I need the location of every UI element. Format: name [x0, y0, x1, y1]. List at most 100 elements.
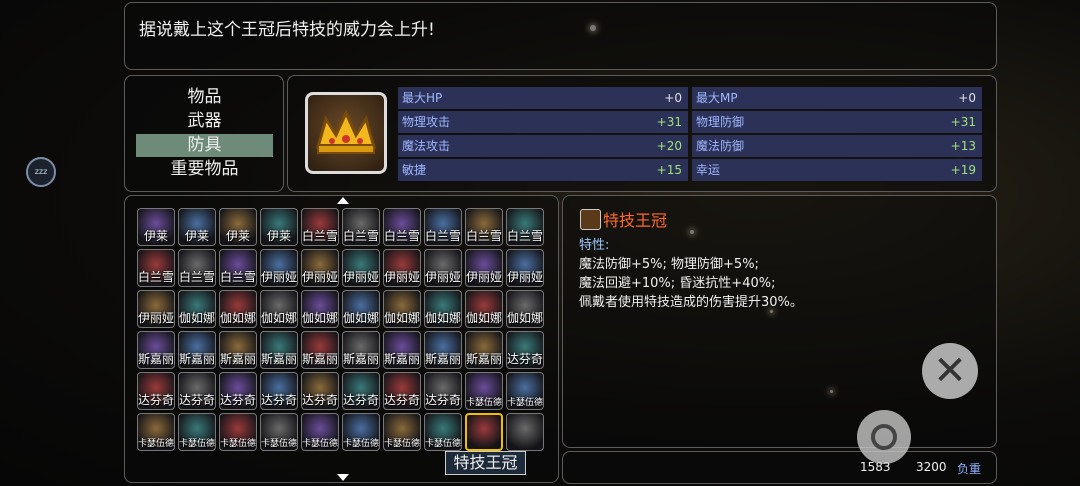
item-slot[interactable]: 白兰雪 — [301, 208, 339, 246]
item-slot[interactable]: 伽如娜 — [383, 290, 421, 328]
item-slot[interactable]: 斯嘉丽 — [342, 331, 380, 369]
item-slot[interactable]: 伊丽娅 — [506, 249, 544, 287]
item-slot[interactable]: 伊丽娅 — [137, 290, 175, 328]
item-slot[interactable]: 斯嘉丽 — [383, 331, 421, 369]
item-slot[interactable]: 伊丽娅 — [342, 249, 380, 287]
item-slot[interactable]: 达芬奇 — [178, 372, 216, 410]
item-slot[interactable]: 达芬奇 — [301, 372, 339, 410]
item-slot[interactable]: 斯嘉丽 — [465, 331, 503, 369]
item-slot[interactable]: 伊丽娅 — [260, 249, 298, 287]
item-slot[interactable]: 达芬奇 — [383, 372, 421, 410]
item-slot[interactable]: 伽如娜 — [260, 290, 298, 328]
item-owner-label: 卡瑟伍德 — [383, 439, 420, 449]
item-slot[interactable]: 伽如娜 — [342, 290, 380, 328]
item-slot[interactable]: 卡瑟伍德 — [219, 413, 257, 451]
item-slot[interactable]: 白兰雪 — [137, 249, 175, 287]
crown-icon — [305, 92, 387, 174]
item-slot[interactable]: 伽如娜 — [301, 290, 339, 328]
stat-row: 魔法攻击 +20 — [398, 135, 688, 157]
stat-label: 物理防御 — [696, 115, 745, 129]
item-owner-label: 伽如娜 — [219, 311, 256, 325]
item-slot[interactable]: 达芬奇 — [260, 372, 298, 410]
item-slot[interactable]: 斯嘉丽 — [260, 331, 298, 369]
item-slot[interactable]: 白兰雪 — [178, 249, 216, 287]
category-armor[interactable]: 防具 — [136, 134, 273, 157]
scroll-up-icon[interactable] — [337, 197, 349, 204]
item-slot[interactable]: 伽如娜 — [219, 290, 257, 328]
stat-row: 最大HP +0 — [398, 87, 688, 109]
item-slot[interactable]: 达芬奇 — [219, 372, 257, 410]
item-slot[interactable]: 伊丽娅 — [383, 249, 421, 287]
item-grid: 伊莱 伊莱 伊莱 伊莱 白兰雪 白兰雪 白兰雪 白兰雪 白兰雪 白兰雪 白兰雪 白兰雪 白兰雪 伊丽娅 伊丽… — [124, 195, 559, 483]
item-owner-label: 白兰雪 — [465, 229, 502, 243]
item-owner-label: 卡瑟伍德 — [178, 439, 215, 449]
item-owner-label: 达芬奇 — [301, 393, 338, 407]
item-slot[interactable]: 达芬奇 — [137, 372, 175, 410]
item-slot[interactable]: 伽如娜 — [506, 290, 544, 328]
item-slot[interactable]: 伽如娜 — [424, 290, 462, 328]
item-slot[interactable]: 卡瑟伍德 — [342, 413, 380, 451]
item-tooltip: 特技王冠 — [445, 451, 526, 475]
item-slot[interactable]: 卡瑟伍德 — [465, 372, 503, 410]
item-owner-label: 达芬奇 — [137, 393, 174, 407]
item-slot[interactable]: 斯嘉丽 — [178, 331, 216, 369]
item-slot[interactable]: 卡瑟伍德 — [383, 413, 421, 451]
item-slot[interactable] — [465, 413, 503, 451]
item-slot[interactable]: 斯嘉丽 — [424, 331, 462, 369]
item-owner-label: 卡瑟伍德 — [506, 398, 543, 408]
item-slot[interactable]: 卡瑟伍德 — [301, 413, 339, 451]
category-key-items[interactable]: 重要物品 — [136, 158, 273, 181]
item-slot[interactable]: 伊莱 — [219, 208, 257, 246]
item-slot[interactable]: 白兰雪 — [465, 208, 503, 246]
item-slot[interactable]: 卡瑟伍德 — [137, 413, 175, 451]
item-owner-label: 斯嘉丽 — [342, 352, 379, 366]
item-slot[interactable]: 伽如娜 — [178, 290, 216, 328]
stat-row: 最大MP +0 — [692, 87, 982, 109]
item-slot[interactable]: 卡瑟伍德 — [260, 413, 298, 451]
item-slot[interactable]: 伊丽娅 — [465, 249, 503, 287]
item-slot[interactable]: 白兰雪 — [506, 208, 544, 246]
item-slot[interactable]: 斯嘉丽 — [219, 331, 257, 369]
item-slot[interactable]: 达芬奇 — [424, 372, 462, 410]
item-owner-label: 白兰雪 — [301, 229, 338, 243]
item-slot[interactable]: 白兰雪 — [342, 208, 380, 246]
stat-value: +31 — [950, 115, 976, 129]
item-owner-label: 白兰雪 — [342, 229, 379, 243]
item-slot[interactable]: 白兰雪 — [219, 249, 257, 287]
item-owner-label: 斯嘉丽 — [260, 352, 297, 366]
item-owner-label: 伊莱 — [225, 229, 250, 243]
detail-line: 魔法回避+10%; 昏迷抗性+40%; — [579, 276, 776, 291]
item-slot[interactable]: 卡瑟伍德 — [506, 372, 544, 410]
item-owner-label: 斯嘉丽 — [137, 352, 174, 366]
item-slot[interactable]: 达芬奇 — [342, 372, 380, 410]
item-owner-label: 伊丽娅 — [342, 270, 379, 284]
stat-row: 幸运 +19 — [692, 159, 982, 181]
scroll-down-icon[interactable] — [337, 474, 349, 481]
close-button[interactable]: ✕ — [922, 343, 978, 399]
item-owner-label: 达芬奇 — [506, 352, 543, 366]
item-slot[interactable]: 斯嘉丽 — [301, 331, 339, 369]
sleep-button[interactable]: zzz — [26, 157, 56, 187]
item-slot[interactable]: 伊莱 — [260, 208, 298, 246]
item-slot[interactable]: 伊丽娅 — [424, 249, 462, 287]
item-slot[interactable]: 伊莱 — [137, 208, 175, 246]
item-slot[interactable]: 白兰雪 — [424, 208, 462, 246]
item-slot[interactable]: 斯嘉丽 — [137, 331, 175, 369]
category-items[interactable]: 物品 — [136, 86, 273, 109]
item-slot[interactable]: 伽如娜 — [465, 290, 503, 328]
category-weapons[interactable]: 武器 — [136, 110, 273, 133]
detail-line: 佩戴者使用特技造成的伤害提升30%。 — [579, 295, 803, 310]
item-slot[interactable]: 卡瑟伍德 — [178, 413, 216, 451]
item-slot[interactable]: 伊丽娅 — [301, 249, 339, 287]
item-owner-label: 卡瑟伍德 — [342, 439, 379, 449]
item-owner-label: 白兰雪 — [137, 270, 174, 284]
stat-value: +13 — [950, 139, 976, 153]
item-owner-label: 斯嘉丽 — [219, 352, 256, 366]
item-slot[interactable] — [506, 413, 544, 451]
item-slot[interactable]: 伊莱 — [178, 208, 216, 246]
confirm-button[interactable] — [857, 410, 911, 464]
item-slot[interactable]: 达芬奇 — [506, 331, 544, 369]
item-slot[interactable]: 白兰雪 — [383, 208, 421, 246]
item-owner-label: 白兰雪 — [506, 229, 543, 243]
item-slot[interactable]: 卡瑟伍德 — [424, 413, 462, 451]
